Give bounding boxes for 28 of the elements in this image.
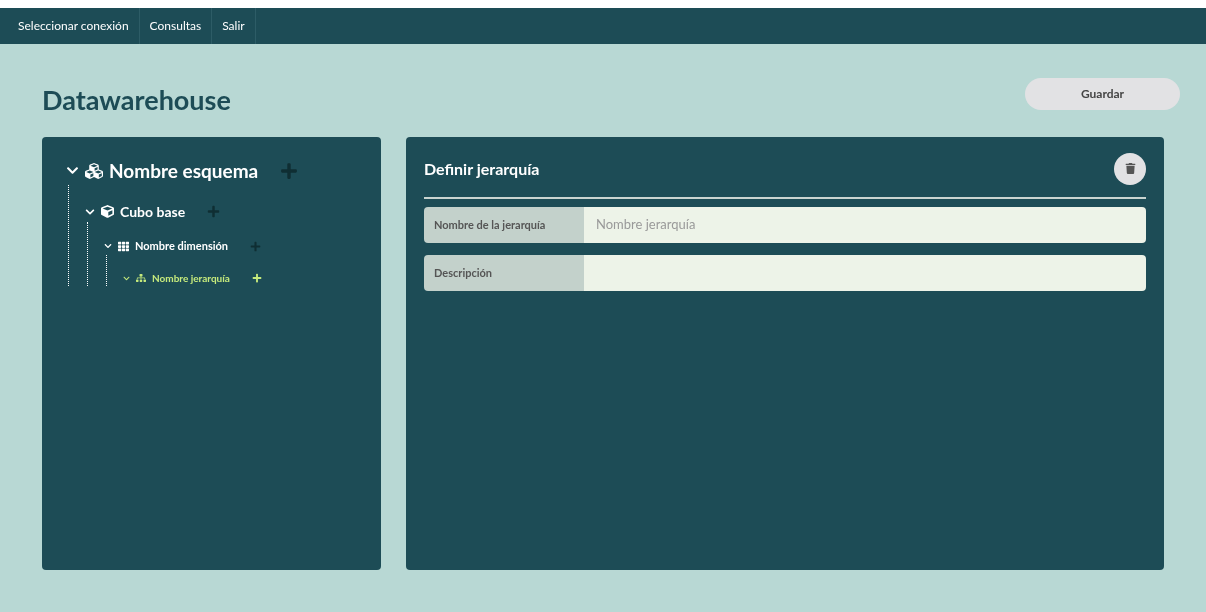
field-label: Nombre de la jerarquía bbox=[424, 206, 584, 243]
tree-label: Nombre dimensión bbox=[135, 238, 229, 254]
page-title: Datawarehouse bbox=[42, 82, 231, 118]
chevron-icon[interactable] bbox=[104, 242, 112, 251]
nav-link[interactable]: Consultas bbox=[139, 8, 213, 44]
cube-icon bbox=[101, 205, 114, 218]
add-icon[interactable] bbox=[251, 273, 262, 283]
input-field[interactable] bbox=[584, 254, 1146, 291]
sitemap-icon bbox=[136, 273, 146, 283]
form-title: Definir jerarquía bbox=[424, 157, 540, 180]
tree-item[interactable]: Cubo base bbox=[85, 201, 381, 222]
field-label: Descripción bbox=[424, 254, 584, 291]
grid-icon bbox=[118, 240, 129, 252]
cubes-icon bbox=[85, 161, 103, 180]
chevron-icon[interactable] bbox=[85, 206, 95, 217]
save-button[interactable]: Guardar bbox=[1025, 78, 1180, 111]
tree-item[interactable]: Nombre esquema bbox=[66, 156, 381, 185]
input-field[interactable]: Nombre jerarquía bbox=[584, 206, 1146, 243]
chevron-icon[interactable] bbox=[123, 274, 130, 282]
delete-button[interactable] bbox=[1114, 152, 1146, 185]
tree-label: Nombre jerarquía bbox=[152, 270, 230, 286]
tree-label: Nombre esquema bbox=[109, 157, 259, 184]
trash-icon bbox=[1124, 163, 1136, 174]
tree-label: Cubo base bbox=[120, 202, 186, 222]
tree-item[interactable]: Nombre dimensión bbox=[104, 238, 381, 255]
nav-link[interactable]: Salir bbox=[212, 8, 256, 44]
tree-item[interactable]: Nombre jerarquía bbox=[123, 270, 381, 286]
nav-link[interactable]: Seleccionar conexión bbox=[8, 8, 140, 44]
